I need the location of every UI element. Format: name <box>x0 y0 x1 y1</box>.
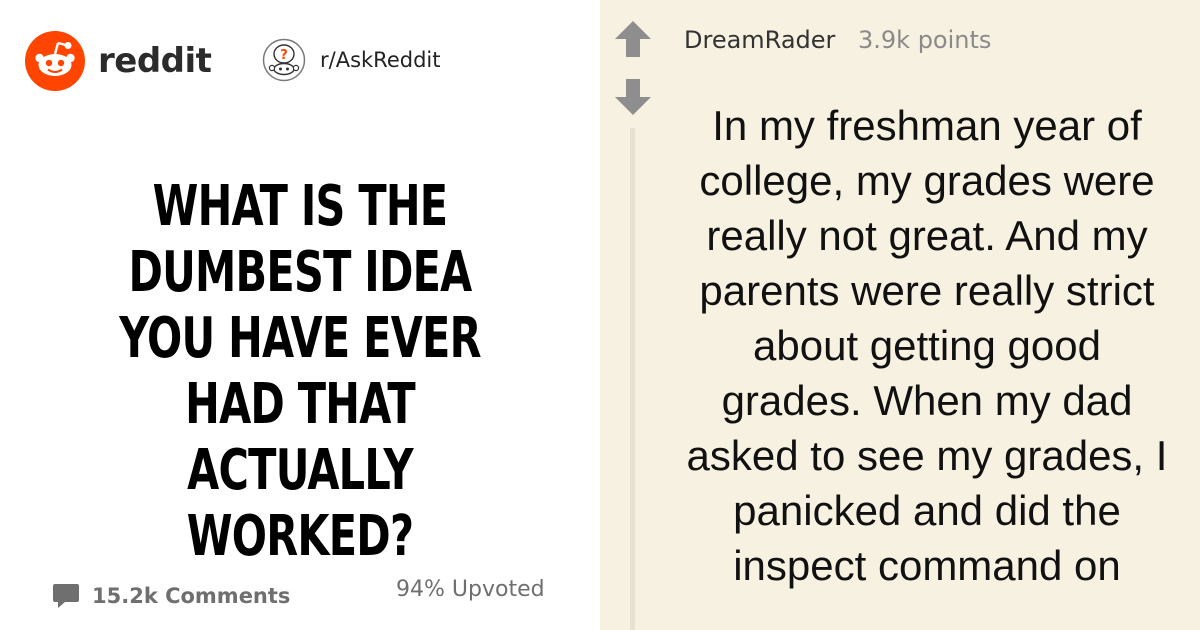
arrow-up-icon[interactable] <box>614 20 652 58</box>
subreddit-name: r/AskReddit <box>320 47 441 72</box>
comment-panel: DreamRader 3.9k points In my freshman ye… <box>600 0 1200 630</box>
speech-bubble-icon <box>53 584 79 608</box>
comments-button[interactable]: 15.2k Comments <box>52 582 290 610</box>
arrow-down-icon[interactable] <box>614 78 652 116</box>
reddit-snoo-icon <box>25 31 85 91</box>
post-panel: reddit ? r/AskReddit What is the dumbest… <box>0 0 600 630</box>
post-title: What is the dumbest idea you have ever h… <box>119 174 481 569</box>
comments-count: 15.2k Comments <box>92 583 291 608</box>
upvote-ratio: 94% Upvoted <box>396 577 545 602</box>
reddit-logo[interactable]: reddit <box>24 30 212 92</box>
thread-line[interactable] <box>630 128 635 630</box>
svg-text:?: ? <box>280 48 288 63</box>
askreddit-snoo-icon: ? <box>262 38 306 82</box>
brand-name: reddit <box>98 41 212 81</box>
subreddit-link[interactable]: ? r/AskReddit <box>262 38 440 82</box>
comment-author[interactable]: DreamRader <box>684 28 835 52</box>
comment-body: In my freshman year of college, my grade… <box>686 102 1168 589</box>
comment-points: 3.9k points <box>858 26 992 54</box>
